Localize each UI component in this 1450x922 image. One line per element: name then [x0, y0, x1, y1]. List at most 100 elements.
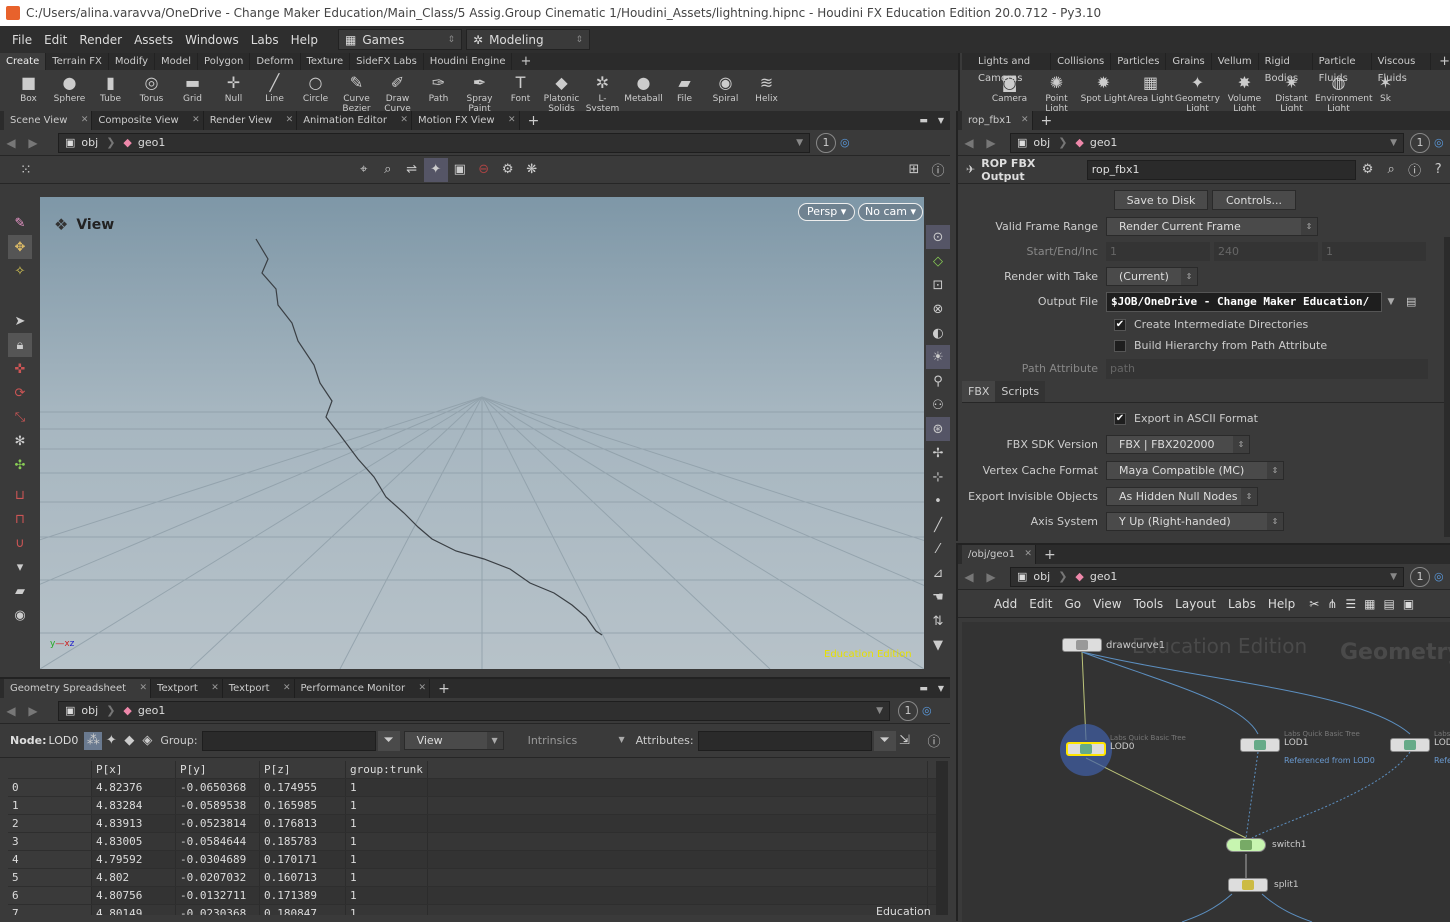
menu-help[interactable]: Help: [285, 33, 324, 47]
op-name-field[interactable]: rop_fbx1: [1086, 159, 1356, 180]
shelf-tab-grains[interactable]: Grains: [1166, 53, 1212, 70]
tab-composite-view[interactable]: Composite View ✕: [92, 111, 204, 130]
link-icon[interactable]: ◎: [840, 136, 850, 149]
table-row[interactable]: 6 4.80756 -0.0132711 0.171389 1: [8, 887, 936, 905]
point-icon[interactable]: ✢: [926, 441, 950, 465]
magnet-icon[interactable]: ⊔: [8, 483, 32, 507]
transform-icon[interactable]: ✣: [8, 453, 32, 477]
close-icon[interactable]: ✕: [81, 111, 89, 130]
help-icon[interactable]: ?: [1426, 158, 1450, 182]
dot-icon[interactable]: •: [926, 489, 950, 513]
add-shelf-icon[interactable]: +: [1439, 54, 1450, 69]
tool-file[interactable]: ▰ File: [664, 72, 705, 105]
close-icon[interactable]: ✕: [1021, 111, 1029, 130]
dropdown-icon[interactable]: ▼: [1382, 297, 1400, 307]
back-arrow-icon[interactable]: ◀: [0, 704, 22, 718]
link-icon[interactable]: ◎: [1434, 570, 1444, 583]
dropdown-icon[interactable]: ▼: [876, 706, 883, 716]
tool-draw-curve[interactable]: ✐ Draw Curve: [377, 72, 418, 115]
tab-scripts[interactable]: Scripts: [995, 381, 1046, 402]
add-tab-icon[interactable]: +: [1041, 113, 1053, 129]
tool-path[interactable]: ✑ Path: [418, 72, 459, 105]
spreadsheet-table[interactable]: P[x] P[y] P[z] group:trunk 0 4.82376 -0.065036…: [8, 761, 936, 915]
camera-button[interactable]: No cam ▾: [858, 203, 923, 221]
magnet-3-icon[interactable]: ∪: [8, 531, 32, 555]
network-menu-tools[interactable]: Tools: [1128, 597, 1170, 611]
tool-box[interactable]: ■ Box: [8, 72, 49, 105]
close-icon[interactable]: ✕: [139, 679, 147, 698]
add-shelf-icon[interactable]: +: [520, 54, 531, 69]
tab-scene-view[interactable]: Scene View ✕: [4, 111, 93, 130]
column-header-p-x[interactable]: P[x]: [92, 761, 176, 778]
rotate-icon[interactable]: ⟳: [8, 381, 32, 405]
tab-motion-fx-view[interactable]: Motion FX View ✕: [412, 111, 520, 130]
intrinsics-dropdown[interactable]: Intrinsics ▼: [515, 731, 630, 750]
export-invisible-dropdown[interactable]: As Hidden Null Nodes ⇕: [1106, 486, 1258, 506]
add-tab-icon[interactable]: +: [1044, 547, 1056, 563]
camera-view-icon[interactable]: ▰: [8, 579, 32, 603]
lock-camera-icon[interactable]: ⊡: [926, 273, 950, 297]
add-tab-icon[interactable]: +: [438, 681, 450, 697]
brush-icon[interactable]: ✎: [8, 211, 32, 235]
select-arrow-icon[interactable]: ➤: [8, 309, 32, 333]
shelf-tab-terrain-fx[interactable]: Terrain FX: [46, 53, 109, 70]
down-arrow-icon[interactable]: ▼: [926, 633, 950, 657]
tab-textport[interactable]: Textport ✕: [151, 679, 223, 698]
switch-node[interactable]: [1226, 838, 1266, 852]
primitives-icon[interactable]: ◆: [120, 732, 138, 750]
shelf-tab-deform[interactable]: Deform: [250, 53, 301, 70]
tool-grid[interactable]: ▬ Grid: [172, 72, 213, 105]
shelf-tab-texture[interactable]: Texture: [301, 53, 351, 70]
list-icon[interactable]: ☰: [1345, 597, 1356, 611]
shelf-tab-particle-fluids[interactable]: Particle Fluids: [1313, 53, 1372, 84]
network-menu-layout[interactable]: Layout: [1169, 597, 1222, 611]
tool-spot-light[interactable]: ✹ Spot Light: [1080, 72, 1127, 105]
lighting-icon[interactable]: ☀: [926, 345, 950, 369]
pen2-icon[interactable]: ⁄: [926, 537, 950, 561]
display-sets-icon[interactable]: ⊙: [926, 225, 950, 249]
column-header-index[interactable]: [8, 761, 92, 778]
tool-spiral[interactable]: ◉ Spiral: [705, 72, 746, 105]
3d-viewport[interactable]: ❖ View Persp ▾ No cam ▾ Education Editio…: [40, 197, 924, 669]
back-arrow-icon[interactable]: ◀: [0, 136, 22, 150]
drawcurve-node[interactable]: [1062, 638, 1102, 652]
shelf-tab-houdini-engine[interactable]: Houdini Engine: [424, 53, 513, 70]
select-mode-icon[interactable]: ⌖: [352, 158, 376, 182]
lod0-node[interactable]: [1066, 742, 1106, 756]
tool-metaball[interactable]: ● Metaball: [623, 72, 664, 105]
tab-rop-fbx1[interactable]: rop_fbx1 ✕: [962, 111, 1033, 130]
tool-distant-light[interactable]: ✷ Distant Light: [1268, 72, 1315, 115]
axis-system-dropdown[interactable]: Y Up (Right-handed) ⇕: [1106, 511, 1284, 531]
options-icon[interactable]: ⇲: [896, 731, 914, 751]
tool-spray-paint[interactable]: ✒ Spray Paint: [459, 72, 500, 115]
tool-platonic-solids[interactable]: ◆ Platonic Solids: [541, 72, 582, 115]
info-icon[interactable]: ⓘ: [1403, 158, 1427, 182]
link-view-icon[interactable]: ⊗: [926, 297, 950, 321]
shelf-tab-viscous-fluids[interactable]: Viscous Fluids: [1372, 53, 1432, 84]
tool-font[interactable]: T Font: [500, 72, 541, 105]
lock-icon[interactable]: 🔒︎: [8, 333, 32, 357]
tab-geometry-spreadsheet[interactable]: Geometry Spreadsheet ✕: [4, 679, 152, 698]
layout-icon[interactable]: ▤: [1383, 597, 1394, 611]
menu-windows[interactable]: Windows: [179, 33, 245, 47]
tab-render-view[interactable]: Render View ✕: [204, 111, 298, 130]
layout-icon[interactable]: ⊞: [902, 158, 926, 182]
network-menu-labs[interactable]: Labs: [1222, 597, 1262, 611]
tool-curve-bezier[interactable]: ✎ Curve Bezier: [336, 72, 377, 115]
close-icon[interactable]: ✕: [192, 111, 200, 130]
create-dirs-checkbox[interactable]: ✔: [1114, 318, 1126, 331]
light-bulb-icon[interactable]: ⚲: [926, 369, 950, 393]
valid-frame-range-dropdown[interactable]: Render Current Frame ⇕: [1106, 217, 1318, 236]
group-field[interactable]: [201, 730, 376, 751]
snap-options-icon[interactable]: ▣: [448, 158, 472, 182]
tab-performance-monitor[interactable]: Performance Monitor ✕: [295, 679, 431, 698]
shelf-tab-sidefx-labs[interactable]: SideFX Labs: [350, 53, 424, 70]
shelf-tab-particles[interactable]: Particles: [1111, 53, 1167, 70]
info-icon[interactable]: ▣: [1403, 597, 1414, 611]
export-ascii-checkbox[interactable]: ✔: [1114, 412, 1126, 425]
scale-icon[interactable]: ⤡: [8, 405, 32, 429]
tool-circle[interactable]: ○ Circle: [295, 72, 336, 105]
vertex-cache-dropdown[interactable]: Maya Compatible (MC) ⇕: [1106, 460, 1284, 480]
table-row[interactable]: 7 4.80149 -0.0230368 0.180847 1: [8, 905, 936, 915]
ghost-icon[interactable]: ⚇: [926, 393, 950, 417]
